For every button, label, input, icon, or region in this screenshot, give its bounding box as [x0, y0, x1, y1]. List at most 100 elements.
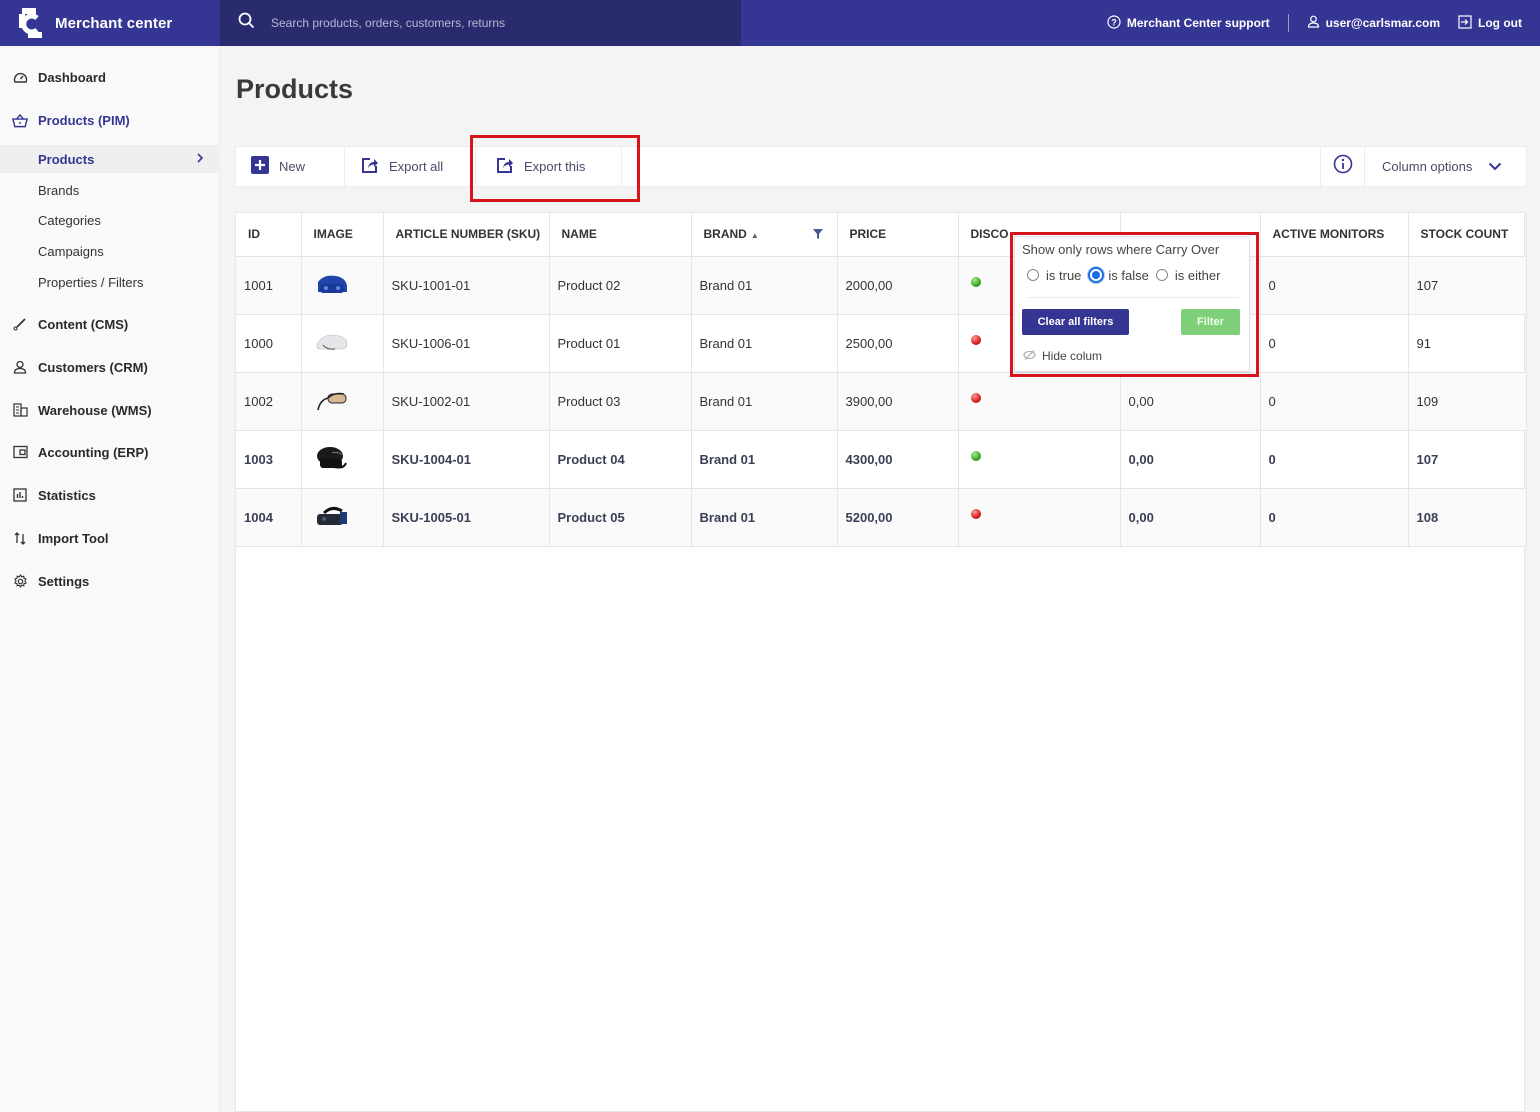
cell-active-monitors: 0	[1260, 488, 1409, 547]
sidebar-item-import-tool[interactable]: Import Tool	[0, 529, 220, 547]
logout-icon	[1458, 14, 1472, 32]
cell-name: Product 04	[549, 430, 692, 489]
sidebar-item-statistics[interactable]: Statistics	[0, 486, 220, 504]
cell-stock-count: 107	[1408, 430, 1527, 489]
cell-active-monitors: 0	[1260, 372, 1409, 431]
user-email: user@carlsmar.com	[1325, 16, 1441, 30]
product-thumbnail[interactable]	[312, 499, 352, 535]
sidebar-subitem-brands[interactable]: Brands	[0, 176, 220, 204]
info-button[interactable]	[1320, 147, 1364, 186]
cell-sku: SKU-1006-01	[383, 314, 550, 373]
cell-stock-count: 108	[1408, 488, 1527, 547]
table-header-row: ID IMAGE ARTICLE NUMBER (SKU) NAME BRAND…	[236, 213, 1527, 257]
column-options-dropdown[interactable]: Column options	[1364, 147, 1526, 186]
sidebar-item-label: Accounting (ERP)	[38, 444, 149, 460]
sidebar-item-warehouse-wms[interactable]: Warehouse (WMS)	[0, 401, 220, 419]
product-thumbnail[interactable]	[312, 325, 352, 361]
table-row[interactable]: 1004 SKU-1005-01 Product 05 Brand 01 5200,00…	[236, 488, 1527, 547]
support-label: Merchant Center support	[1126, 16, 1270, 30]
column-header-stock-count[interactable]: STOCK COUNT	[1408, 213, 1527, 257]
sidebar-subitem-label: Products	[38, 151, 95, 167]
new-button[interactable]: New	[236, 147, 345, 186]
cell-image	[301, 256, 384, 315]
radio-label: is either	[1174, 267, 1221, 283]
column-header-brand[interactable]: BRAND ▲	[691, 213, 838, 257]
cell-image	[301, 372, 384, 431]
column-header-image[interactable]: IMAGE	[301, 213, 384, 257]
table-row[interactable]: 1001 SKU-1001-01 Product 02 Brand 01 2000,00…	[236, 256, 1527, 315]
sidebar-subitem-categories[interactable]: Categories	[0, 206, 220, 234]
sidebar-item-label: Warehouse (WMS)	[38, 402, 152, 418]
divider	[1026, 297, 1239, 298]
cell-name: Product 02	[549, 256, 692, 315]
column-header-name[interactable]: NAME	[549, 213, 692, 257]
column-header-label: PRICE	[849, 227, 887, 242]
cell-image	[301, 314, 384, 373]
filter-icon[interactable]	[812, 228, 823, 242]
sort-ascending-icon: ▲	[750, 231, 759, 241]
cell-brand: Brand 01	[691, 430, 838, 489]
cell-name: Product 01	[549, 314, 692, 373]
export-icon	[496, 157, 514, 177]
column-header-label: IMAGE	[313, 227, 353, 242]
sidebar-item-products-pim[interactable]: Products (PIM)	[0, 111, 220, 129]
column-header-active-monitors[interactable]: ACTIVE MONITORS	[1260, 213, 1409, 257]
logout-label: Log out	[1478, 16, 1522, 30]
table-row[interactable]: 1002 SKU-1002-01 Product 03 Brand 01 3900,00…	[236, 372, 1527, 431]
sidebar-item-customers-crm[interactable]: Customers (CRM)	[0, 358, 220, 376]
status-dot-red-icon	[970, 334, 981, 345]
radio-is-either[interactable]: is either	[1155, 267, 1221, 283]
brand[interactable]: Merchant center	[0, 0, 220, 46]
gauge-icon	[12, 69, 28, 85]
support-link[interactable]: ? Merchant Center support	[1107, 14, 1270, 32]
table-row[interactable]: 1000 SKU-1006-01 Product 01 Brand 01 2500,00…	[236, 314, 1527, 373]
radio-is-true[interactable]: is true	[1027, 268, 1081, 283]
cell-discontinued	[958, 488, 1121, 547]
radio-label: is true	[1046, 267, 1082, 283]
search-bar	[220, 0, 741, 46]
cell-active-monitors: 0	[1260, 314, 1409, 373]
export-all-button[interactable]: Export all	[345, 147, 476, 186]
search-icon	[238, 12, 255, 34]
hide-column-button[interactable]: Hide colum	[1023, 349, 1102, 363]
sidebar-item-settings[interactable]: Settings	[0, 572, 220, 590]
sidebar-subitem-label: Campaigns	[38, 243, 104, 259]
cell-carry-over: 0,00	[1120, 372, 1261, 431]
column-header-id[interactable]: ID	[236, 213, 302, 257]
cell-price: 3900,00	[837, 372, 959, 431]
product-thumbnail[interactable]	[312, 267, 352, 303]
radio-button[interactable]	[1155, 269, 1168, 281]
chart-icon	[12, 487, 28, 503]
sidebar-item-dashboard[interactable]: Dashboard	[0, 68, 220, 86]
product-thumbnail[interactable]	[312, 383, 352, 419]
clear-all-filters-button[interactable]: Clear all filters	[1022, 309, 1129, 335]
sidebar-subitem-properties-filters[interactable]: Properties / Filters	[0, 268, 220, 296]
search-input[interactable]	[271, 16, 711, 30]
table-row[interactable]: 1003 SKU-1004-01 Product 04 Brand 01 4300,00…	[236, 430, 1527, 489]
radio-is-false[interactable]: is false	[1088, 267, 1149, 283]
logout-button[interactable]: Log out	[1458, 14, 1522, 32]
hide-column-label: Hide colum	[1042, 349, 1103, 363]
sidebar-item-accounting-erp[interactable]: Accounting (ERP)	[0, 443, 220, 461]
toolbar-right: Column options	[1320, 147, 1526, 186]
sidebar-subitem-products[interactable]: Products	[0, 145, 220, 173]
app-name: Merchant center	[55, 14, 173, 32]
sidebar-item-content-cms[interactable]: Content (CMS)	[0, 315, 220, 333]
radio-button[interactable]	[1027, 269, 1039, 281]
cell-sku: SKU-1001-01	[383, 256, 550, 315]
building-icon	[12, 402, 28, 418]
filter-radio-group: is true is false is either	[1027, 267, 1227, 283]
wallet-icon	[12, 444, 28, 460]
filter-button[interactable]: Filter	[1181, 309, 1240, 335]
sidebar-subitem-campaigns[interactable]: Campaigns	[0, 237, 220, 265]
export-this-button[interactable]: Export this	[476, 147, 622, 186]
cell-sku: SKU-1002-01	[383, 372, 550, 431]
column-options-label: Column options	[1382, 159, 1473, 174]
export-all-label: Export all	[389, 159, 444, 174]
user-account[interactable]: user@carlsmar.com	[1307, 15, 1440, 31]
radio-button-checked[interactable]	[1088, 267, 1105, 283]
product-thumbnail[interactable]	[312, 441, 352, 477]
column-header-price[interactable]: PRICE	[837, 213, 959, 257]
column-header-sku[interactable]: ARTICLE NUMBER (SKU)	[383, 213, 550, 257]
column-header-label: BRAND	[703, 227, 747, 242]
